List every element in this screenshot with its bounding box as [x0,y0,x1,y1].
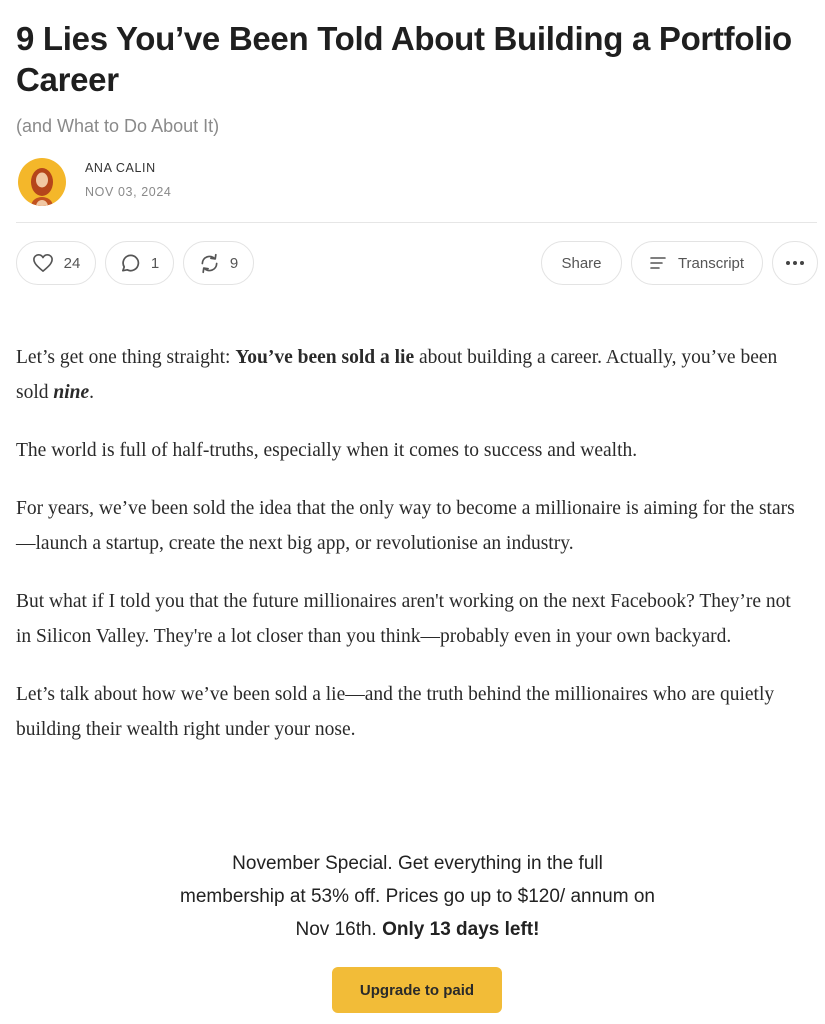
upgrade-button[interactable]: Upgrade to paid [332,967,502,1013]
transcript-label: Transcript [677,254,745,272]
paragraph-4: But what if I told you that the future m… [16,591,791,647]
intro-bold-italic-text: nine [53,382,90,403]
more-dots-icon [786,261,804,265]
comment-count: 1 [150,254,160,272]
divider [16,222,817,223]
avatar[interactable] [18,158,66,206]
share-label: Share [561,254,602,272]
like-count: 24 [63,254,81,272]
paragraph-intro: Let’s get one thing straight: You’ve bee… [16,340,806,410]
share-button[interactable]: Share [541,241,622,285]
transcript-lines-icon [650,257,666,269]
restack-icon [201,253,218,273]
post-title: 9 Lies You’ve Been Told About Building a… [16,20,792,98]
author-name[interactable]: ANA CALIN [85,160,171,176]
comment-button[interactable]: 1 [105,241,174,285]
intro-text-3: . [89,382,95,403]
intro-text-1: Let’s get one thing straight: [16,347,236,368]
like-button[interactable]: 24 [16,241,96,285]
paragraph-3: For years, we’ve been sold the idea that… [16,498,795,554]
paragraph-5: Let’s talk about how we’ve been sold a l… [16,684,775,740]
comment-icon [121,254,140,272]
heart-icon [32,254,53,272]
intro-bold-text: You’ve been sold a lie [235,347,415,368]
post-body: Let’s get one thing straight: You’ve bee… [16,340,806,770]
avatar-portrait-icon [31,168,53,206]
paragraph-2: The world is full of half-truths, especi… [16,440,638,461]
byline: ANA CALIN NOV 03, 2024 [18,157,171,207]
post-subtitle: (and What to Do About It) [16,116,220,136]
transcript-button[interactable]: Transcript [631,241,763,285]
promo-text: November Special. Get everything in the … [180,847,655,946]
restack-button[interactable]: 9 [183,241,254,285]
restack-count: 9 [229,254,239,272]
post-date: NOV 03, 2024 [85,185,172,199]
promo-emphasis: Only 13 days left! [382,919,540,940]
more-options-button[interactable] [772,241,818,285]
